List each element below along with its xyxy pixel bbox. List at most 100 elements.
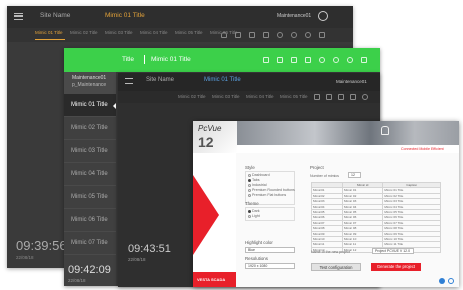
- style-option-premium-flat[interactable]: Premium Flat buttons: [252, 193, 286, 197]
- report-icon[interactable]: [350, 94, 356, 100]
- alarm-list-icon[interactable]: [249, 32, 255, 38]
- style-option-tabs[interactable]: Tabs: [252, 178, 260, 182]
- date: 22/08/18: [128, 257, 146, 262]
- tab-mimic-02[interactable]: Mimic 02 Title: [178, 94, 206, 99]
- bell-icon[interactable]: [263, 57, 269, 63]
- page-title: Mimic 01 Title: [105, 12, 145, 19]
- radio-light[interactable]: [248, 215, 251, 218]
- user-name: Maintenance01: [72, 75, 107, 81]
- resolution-select[interactable]: 1920 x 1080: [245, 263, 295, 269]
- mimic-count-label: Number of mimics: [310, 174, 339, 178]
- bell-icon[interactable]: [221, 32, 227, 38]
- alarm-list-icon[interactable]: [291, 57, 297, 63]
- highlight-label: Highlight color: [245, 240, 273, 245]
- radio-dashboard[interactable]: [248, 174, 251, 177]
- logout-icon[interactable]: [361, 57, 367, 63]
- network-icon[interactable]: [291, 32, 297, 38]
- trend-icon[interactable]: [277, 57, 283, 63]
- theme-option-light[interactable]: Light: [252, 214, 260, 218]
- test-configuration-button[interactable]: Test configuration: [311, 263, 361, 271]
- project-name-label: Name of the new project: [311, 250, 350, 254]
- style-option-premium-rounded[interactable]: Premium Rounded buttons: [252, 188, 295, 192]
- sidebar-item-mimic-04[interactable]: Mimic 04 Title: [64, 163, 116, 186]
- sidebar-item-label: Mimic 05 Title: [71, 194, 108, 200]
- user-management-icon[interactable]: [347, 57, 353, 63]
- style-option-dashboard[interactable]: Dashboard: [252, 173, 270, 177]
- sidebar-item-label: Mimic 06 Title: [71, 217, 108, 223]
- generate-project-button[interactable]: Generate the project: [371, 263, 421, 271]
- style-option-industrial[interactable]: Industrial: [252, 183, 267, 187]
- sidebar-item-label: Mimic 04 Title: [71, 171, 108, 177]
- trend-icon[interactable]: [235, 32, 241, 38]
- radio-premium-rounded[interactable]: [248, 189, 251, 192]
- alarm-list-icon[interactable]: [338, 94, 344, 100]
- page-title: Mimic 01 Title: [151, 56, 191, 63]
- tab-bar: Site Name Mimic 01 Title Mimic 02 Title …: [118, 77, 380, 103]
- brand-logo: VESTA SCADA: [193, 272, 236, 287]
- bell-icon[interactable]: [314, 94, 320, 100]
- brand-name: VESTA SCADA: [197, 277, 226, 282]
- header-links: Connected Mobile Efficient: [401, 147, 444, 151]
- sidebar-item-mimic-01[interactable]: Mimic 01 Title: [64, 94, 116, 117]
- product-name: PcVue: [198, 124, 222, 133]
- info-icon[interactable]: [448, 278, 454, 284]
- user-role: p_Maintenance: [72, 82, 107, 88]
- tab-mimic-02[interactable]: Mimic 02 Title: [70, 30, 98, 35]
- radio-premium-flat[interactable]: [248, 194, 251, 197]
- product-logo: PcVue 12: [193, 121, 237, 153]
- settings-icon[interactable]: [319, 57, 325, 63]
- resolution-label: Resolutions: [245, 256, 268, 261]
- header-banner: PcVue 12 Connected Mobile Efficient: [193, 121, 459, 153]
- tab-mimic-04[interactable]: Mimic 04 Title: [246, 94, 274, 99]
- theme-group: Dark Light: [245, 207, 295, 221]
- report-icon[interactable]: [263, 32, 269, 38]
- radio-industrial[interactable]: [248, 184, 251, 187]
- tab-mimic-03[interactable]: Mimic 03 Title: [212, 94, 240, 99]
- theme-option-dark[interactable]: Dark: [252, 209, 260, 213]
- tab-mimic-05[interactable]: Mimic 05 Title: [280, 94, 308, 99]
- sidebar-item-mimic-06[interactable]: Mimic 06 Title: [64, 209, 116, 232]
- radio-tabs[interactable]: [248, 179, 251, 182]
- header-photo: [237, 121, 459, 145]
- product-version: 12: [198, 134, 214, 150]
- sidebar: Maintenance01 p_Maintenance Mimic 01 Tit…: [64, 72, 116, 286]
- settings-icon[interactable]: [277, 32, 283, 38]
- radio-dark[interactable]: [248, 210, 251, 213]
- user-name: Maintenance01: [336, 79, 367, 84]
- hamburger-menu-icon[interactable]: [125, 78, 133, 84]
- user-management-icon[interactable]: [305, 32, 311, 38]
- sidebar-item-label: Mimic 02 Title: [71, 125, 108, 131]
- page-title: Mimic 01 Title: [204, 77, 241, 83]
- report-icon[interactable]: [305, 57, 311, 63]
- red-triangle: [193, 175, 219, 255]
- tab-mimic-05[interactable]: Mimic 05 Title: [175, 30, 203, 35]
- title-prefix: Title: [122, 56, 135, 63]
- sidebar-item-mimic-05[interactable]: Mimic 05 Title: [64, 186, 116, 209]
- sidebar-item-mimic-02[interactable]: Mimic 02 Title: [64, 117, 116, 140]
- network-icon[interactable]: [333, 57, 339, 63]
- green-title-bar: Title Mimic 01 Title: [64, 48, 380, 72]
- tab-mimic-03[interactable]: Mimic 03 Title: [105, 30, 133, 35]
- theme-label: Theme: [245, 201, 259, 206]
- hamburger-menu-icon[interactable]: [14, 13, 23, 20]
- mimic-table: Mimic id Caption Mimic01 Mimic 01 Mimic 01…: [311, 181, 441, 254]
- tab-mimic-01[interactable]: Mimic 01 Title: [35, 30, 63, 35]
- title-separator: [144, 55, 145, 64]
- highlight-select[interactable]: Blue: [245, 247, 295, 253]
- clock: 09:39:56: [16, 238, 67, 253]
- tab-mimic-04[interactable]: Mimic 04 Title: [140, 30, 168, 35]
- tab-bar: Mimic 01 Title Mimic 02 Title Mimic 03 T…: [7, 28, 353, 42]
- logout-icon[interactable]: [319, 32, 325, 38]
- mimic-count-select[interactable]: 12: [348, 172, 361, 178]
- help-icon[interactable]: [439, 278, 445, 284]
- settings-icon[interactable]: [362, 94, 368, 100]
- user-avatar-icon[interactable]: [318, 11, 328, 21]
- active-item-arrow: [113, 103, 116, 109]
- style-label: Style: [245, 165, 255, 170]
- trend-icon[interactable]: [326, 94, 332, 100]
- site-name: Site Name: [40, 12, 71, 19]
- project-name-input[interactable]: Project PCVUE V 12.0: [372, 248, 414, 254]
- sidebar-item-mimic-03[interactable]: Mimic 03 Title: [64, 140, 116, 163]
- lock-icon: [381, 126, 389, 135]
- sidebar-item-mimic-07[interactable]: Mimic 07 Title: [64, 232, 116, 255]
